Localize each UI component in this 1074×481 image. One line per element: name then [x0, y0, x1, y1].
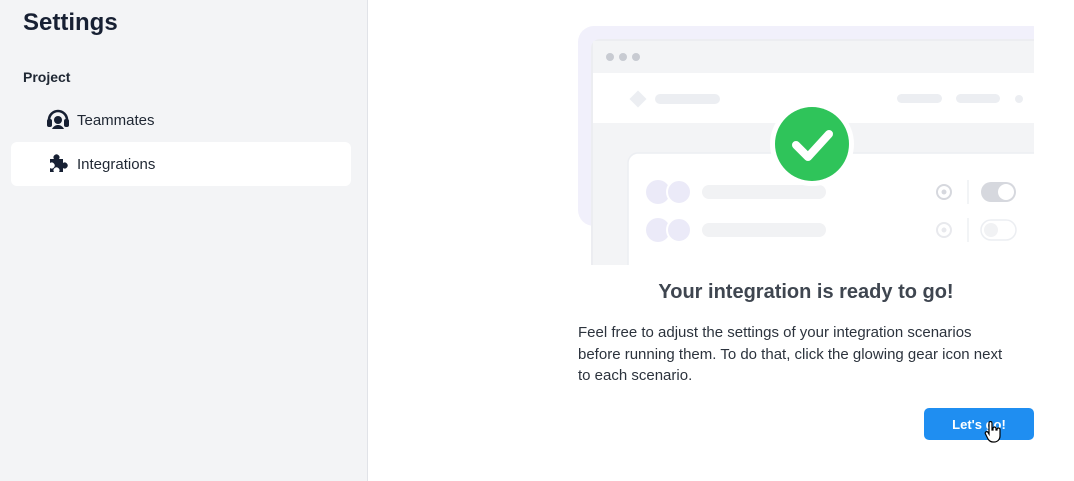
check-circle-icon: [770, 102, 854, 186]
integration-illustration: [578, 26, 1034, 265]
sidebar-item-label: Teammates: [77, 111, 155, 129]
hand-cursor-icon: [984, 421, 1001, 443]
sidebar-item-teammates[interactable]: Teammates: [11, 98, 351, 142]
instructions-text: Feel free to adjust the settings of your…: [578, 324, 1003, 384]
sidebar-item-integrations[interactable]: Integrations: [11, 142, 351, 186]
settings-sidebar: Settings Project Teammates Integrations: [0, 0, 368, 481]
lets-go-button[interactable]: Let's go!: [924, 408, 1034, 440]
section-label-project: Project: [23, 69, 71, 85]
puzzle-icon: [46, 152, 70, 176]
sidebar-item-label: Integrations: [77, 155, 156, 173]
sidebar-title: Settings: [23, 9, 118, 36]
success-heading: Your integration is ready to go!: [658, 281, 954, 303]
headset-icon: [46, 108, 70, 132]
